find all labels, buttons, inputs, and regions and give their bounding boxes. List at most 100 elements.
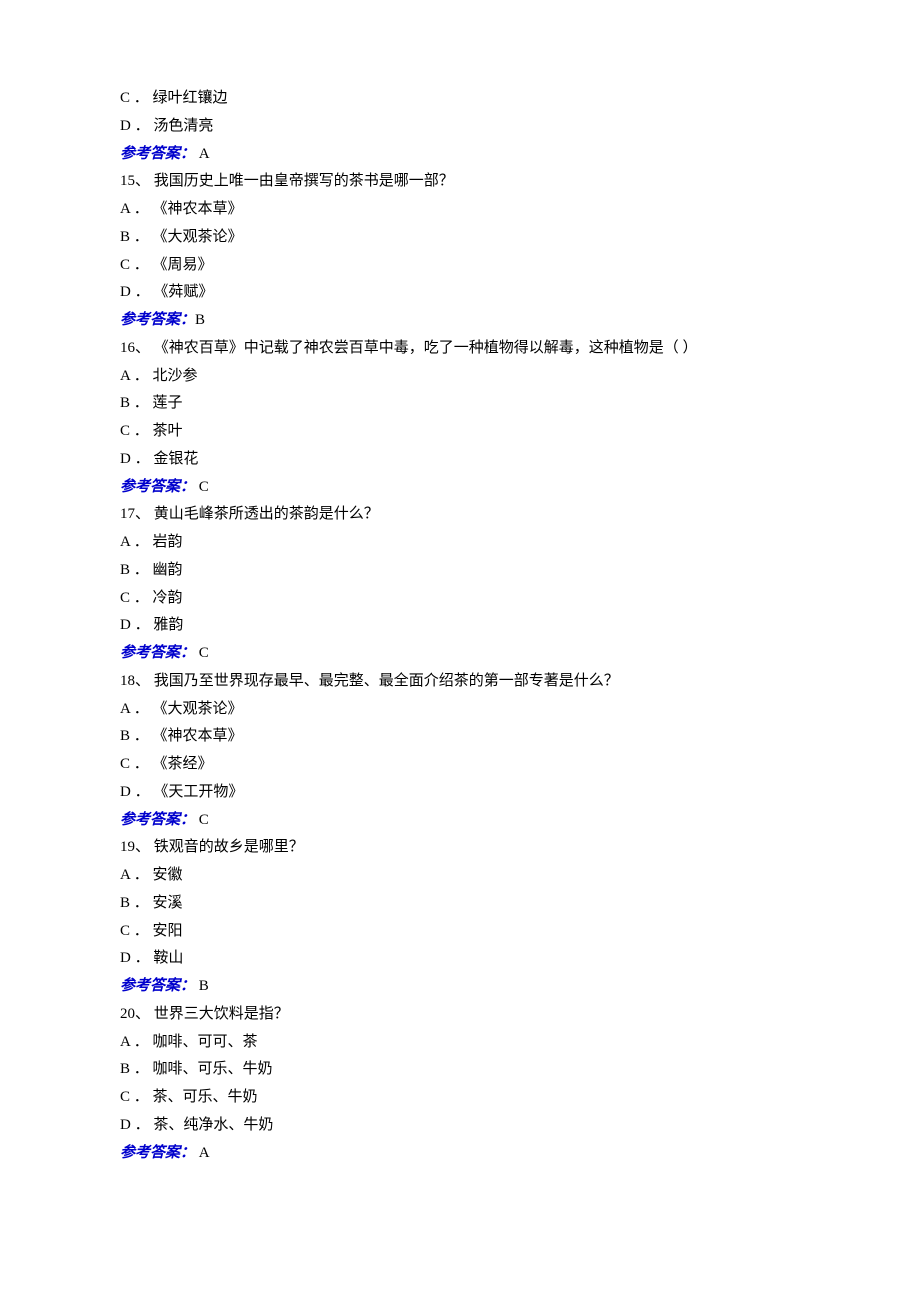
question-number: 18、	[120, 673, 150, 689]
answer-value: A	[195, 146, 210, 162]
option: B ． 莲子	[120, 390, 800, 418]
option-text: 《神农本草》	[153, 201, 243, 217]
answer-value: B	[195, 312, 205, 328]
option-text: 幽韵	[153, 562, 183, 578]
option-letter: C	[120, 1089, 130, 1105]
option-letter: D	[120, 617, 131, 633]
option-text: 《天工开物》	[153, 784, 243, 800]
question-number: 16、	[120, 340, 150, 356]
answer-label: 参考答案：	[120, 978, 195, 994]
option-text: 茶、可乐、牛奶	[153, 1089, 258, 1105]
option-letter: C	[120, 423, 130, 439]
option-text: 安阳	[153, 923, 183, 939]
answer-label: 参考答案：	[120, 1145, 195, 1161]
option-text: 冷韵	[153, 590, 183, 606]
option-letter: D	[120, 451, 131, 467]
option-text: 金银花	[153, 451, 198, 467]
option: C ． 茶、可乐、牛奶	[120, 1084, 800, 1112]
question-text: 世界三大饮料是指？	[150, 1006, 289, 1022]
option-text: 安徽	[153, 867, 183, 883]
option: A ． 《大观茶论》	[120, 696, 800, 724]
leading-answer: 参考答案： A	[120, 141, 800, 169]
question-stem: 19、 铁观音的故乡是哪里？	[120, 834, 800, 862]
option-text: 咖啡、可可、茶	[153, 1034, 258, 1050]
option: B ． 咖啡、可乐、牛奶	[120, 1056, 800, 1084]
option-text: 雅韵	[153, 617, 183, 633]
question-text: 我国历史上唯一由皇帝撰写的茶书是哪一部？	[150, 173, 454, 189]
option-letter: C	[120, 590, 130, 606]
option-letter: B	[120, 395, 130, 411]
question-number: 15、	[120, 173, 150, 189]
option-letter: D	[120, 784, 131, 800]
option-text: 茶叶	[153, 423, 183, 439]
option: B ． 安溪	[120, 890, 800, 918]
option: D ． 鞍山	[120, 945, 800, 973]
option: D ． 《荈赋》	[120, 279, 800, 307]
answer-label: 参考答案：	[120, 812, 195, 828]
option-text: 安溪	[153, 895, 183, 911]
option-letter: A	[120, 201, 130, 217]
option: C ． 安阳	[120, 918, 800, 946]
answer-label: 参考答案：	[120, 479, 195, 495]
option: A ． 《神农本草》	[120, 196, 800, 224]
answer-value: B	[195, 978, 209, 994]
option: C ． 冷韵	[120, 585, 800, 613]
leading-option: D ． 汤色清亮	[120, 113, 800, 141]
answer-value: C	[195, 812, 209, 828]
answer-label: 参考答案：	[120, 645, 195, 661]
question-number: 19、	[120, 839, 150, 855]
option-letter: B	[120, 229, 130, 245]
answer-value: C	[195, 479, 209, 495]
option-letter: B	[120, 1061, 130, 1077]
option: A ． 咖啡、可可、茶	[120, 1029, 800, 1057]
option: A ． 北沙参	[120, 363, 800, 391]
option-letter: A	[120, 867, 130, 883]
option-text: 《大观茶论》	[153, 229, 243, 245]
question-stem: 17、 黄山毛峰茶所透出的茶韵是什么？	[120, 501, 800, 529]
option: C ． 《茶经》	[120, 751, 800, 779]
option: B ． 《大观茶论》	[120, 224, 800, 252]
option-text: 岩韵	[153, 534, 183, 550]
option-letter: A	[120, 1034, 130, 1050]
question-stem: 18、 我国乃至世界现存最早、最完整、最全面介绍茶的第一部专著是什么？	[120, 668, 800, 696]
question-text: 我国乃至世界现存最早、最完整、最全面介绍茶的第一部专著是什么？	[150, 673, 619, 689]
option-letter: D	[120, 950, 131, 966]
answer: 参考答案：B	[120, 307, 800, 335]
option: B ． 幽韵	[120, 557, 800, 585]
option-letter: C	[120, 756, 130, 772]
option-letter: C	[120, 257, 130, 273]
option-text: 咖啡、可乐、牛奶	[153, 1061, 273, 1077]
answer: 参考答案： C	[120, 807, 800, 835]
option-text: 莲子	[153, 395, 183, 411]
question-stem: 15、 我国历史上唯一由皇帝撰写的茶书是哪一部？	[120, 168, 800, 196]
option: A ． 岩韵	[120, 529, 800, 557]
option-text: 茶、纯净水、牛奶	[153, 1117, 273, 1133]
answer: 参考答案： C	[120, 474, 800, 502]
question-text: 《神农百草》中记载了神农尝百草中毒，吃了一种植物得以解毒，这种植物是（ ）	[150, 340, 698, 356]
option-letter: B	[120, 895, 130, 911]
question-text: 黄山毛峰茶所透出的茶韵是什么？	[150, 506, 379, 522]
option-letter: C	[120, 90, 130, 106]
option: D ． 《天工开物》	[120, 779, 800, 807]
option-letter: A	[120, 701, 130, 717]
leading-option: C ． 绿叶红镶边	[120, 85, 800, 113]
question-number: 17、	[120, 506, 150, 522]
question-text: 铁观音的故乡是哪里？	[150, 839, 304, 855]
option-letter: C	[120, 923, 130, 939]
option: C ． 茶叶	[120, 418, 800, 446]
option-letter: A	[120, 368, 130, 384]
option-letter: A	[120, 534, 130, 550]
answer-value: A	[195, 1145, 210, 1161]
option: D ． 茶、纯净水、牛奶	[120, 1112, 800, 1140]
answer: 参考答案： C	[120, 640, 800, 668]
option-text: 《荈赋》	[153, 284, 213, 300]
answer: 参考答案： B	[120, 973, 800, 1001]
option: B ． 《神农本草》	[120, 723, 800, 751]
option-text: 汤色清亮	[153, 118, 213, 134]
option-letter: D	[120, 1117, 131, 1133]
option: C ． 《周易》	[120, 252, 800, 280]
option-text: 《周易》	[153, 257, 213, 273]
option-letter: D	[120, 118, 131, 134]
option-text: 《茶经》	[153, 756, 213, 772]
document-page: C ． 绿叶红镶边 D ． 汤色清亮 参考答案： A 15、 我国历史上唯一由皇…	[0, 0, 920, 1302]
